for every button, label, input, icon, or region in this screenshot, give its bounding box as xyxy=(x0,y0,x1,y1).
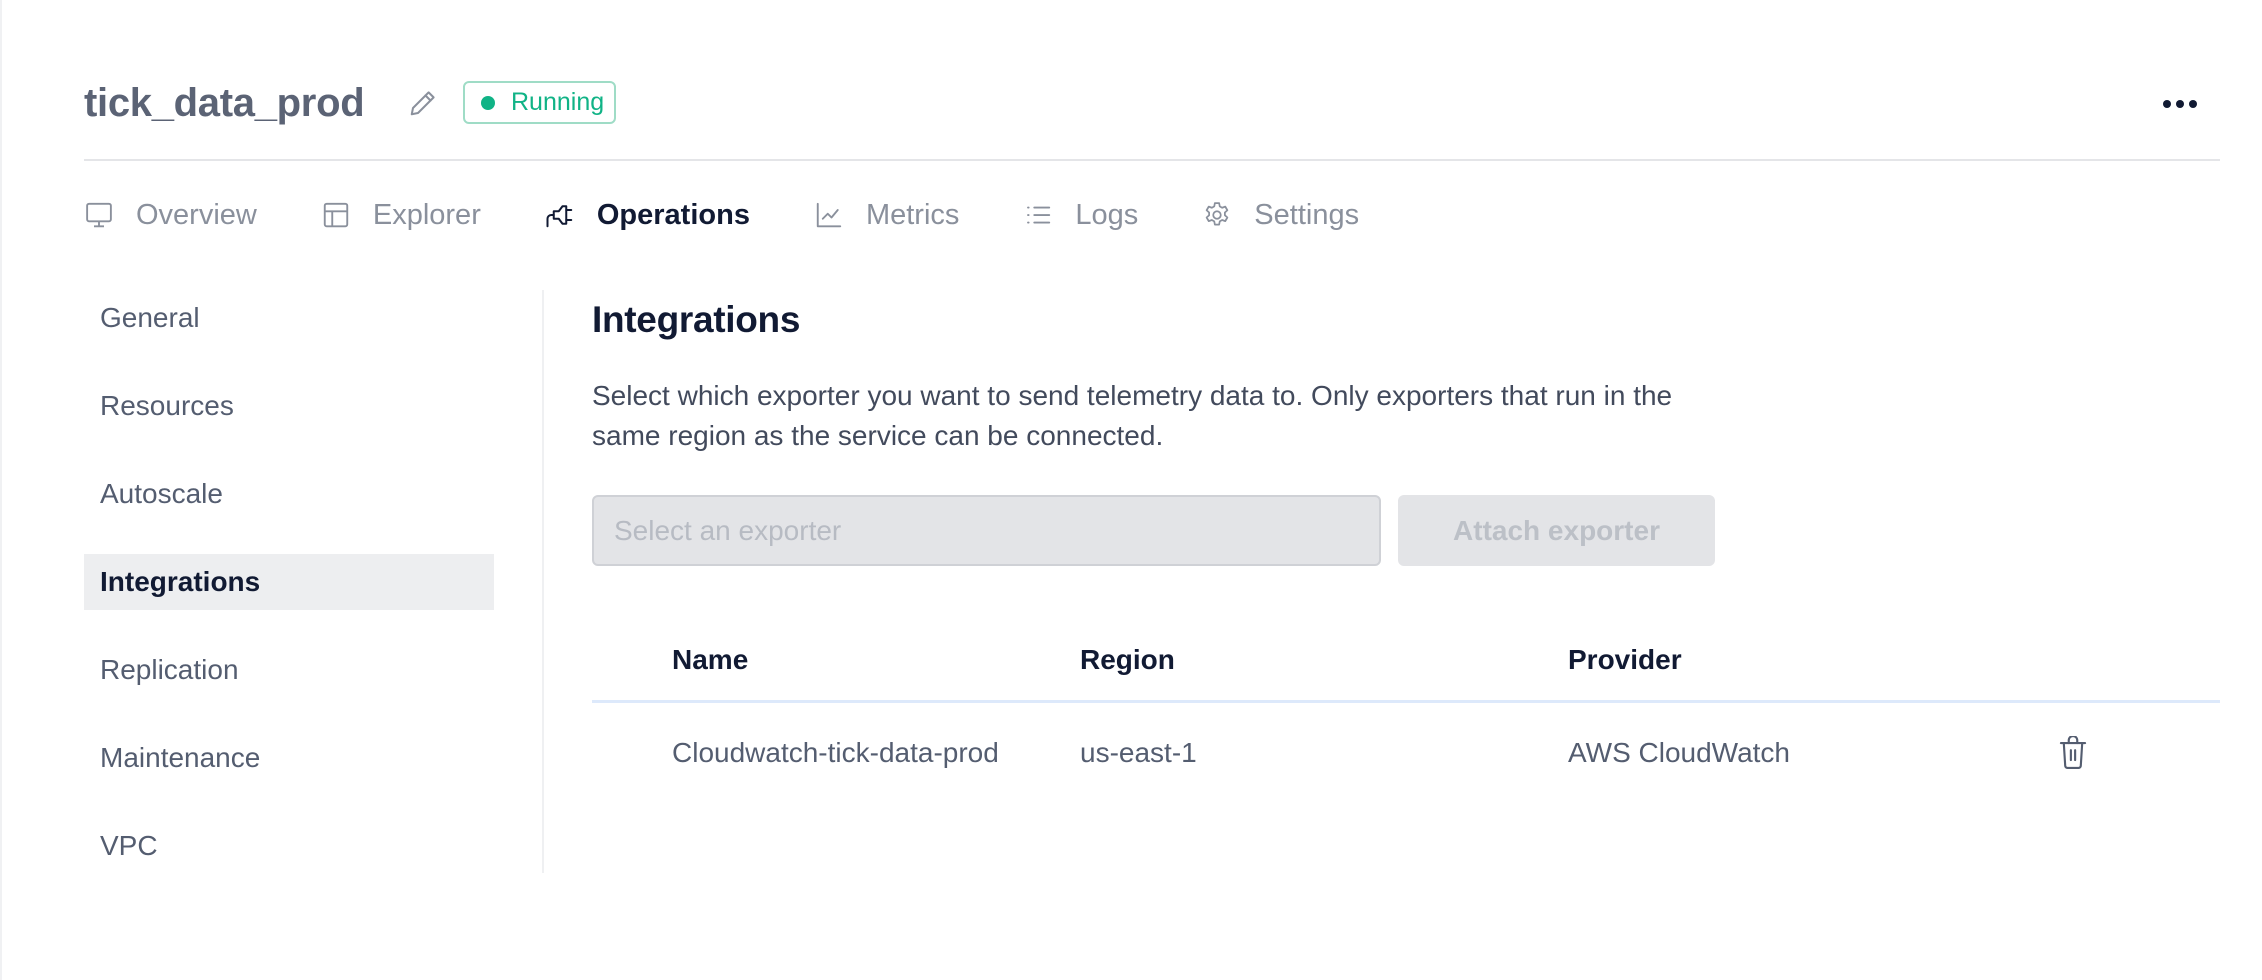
status-text: Running xyxy=(511,88,605,116)
cell-region: us-east-1 xyxy=(1080,737,1197,768)
list-icon xyxy=(1027,206,1051,224)
line-chart-icon xyxy=(816,202,842,228)
cell-actions xyxy=(2048,735,2220,771)
sidebar-item-maintenance[interactable]: Maintenance xyxy=(84,730,494,786)
sidebar-item-autoscale[interactable]: Autoscale xyxy=(84,466,494,522)
tab-logs[interactable]: Logs xyxy=(1023,190,1138,240)
layout-icon xyxy=(323,202,349,228)
tab-label: Settings xyxy=(1254,198,1360,231)
more-dot xyxy=(2189,100,2197,108)
tab-settings[interactable]: Settings xyxy=(1202,190,1359,240)
section-description: Select which exporter you want to send t… xyxy=(592,380,1673,451)
tab-label: Overview xyxy=(136,198,257,231)
more-dot xyxy=(2176,100,2184,108)
header-divider xyxy=(84,159,2220,161)
sidebar-divider xyxy=(542,290,544,873)
column-header-provider[interactable]: Provider xyxy=(1568,644,2048,676)
more-options-button[interactable] xyxy=(2160,90,2200,118)
column-header-name[interactable]: Name xyxy=(592,644,1080,676)
tab-explorer[interactable]: Explorer xyxy=(321,190,481,240)
pencil-icon xyxy=(410,91,435,116)
column-header-region[interactable]: Region xyxy=(1080,644,1568,676)
delete-integration-button[interactable] xyxy=(2056,735,2090,771)
tab-label: Explorer xyxy=(372,198,481,231)
tab-overview[interactable]: Overview xyxy=(84,190,257,240)
settings-sidebar: General Resources Autoscale Integrations… xyxy=(84,290,494,906)
exporter-select[interactable]: Select an exporter xyxy=(592,495,1381,566)
table-row: Cloudwatch-tick-data-prod us-east-1 AWS … xyxy=(592,703,2220,803)
sidebar-item-general[interactable]: General xyxy=(84,290,494,346)
section-title: Integrations xyxy=(592,299,801,340)
status-badge: Running xyxy=(463,81,616,124)
trash-icon xyxy=(2059,736,2087,769)
tab-label: Logs xyxy=(1075,198,1139,231)
service-title: tick_data_prod xyxy=(84,81,365,125)
tab-label: Metrics xyxy=(865,198,960,231)
tab-metrics[interactable]: Metrics xyxy=(814,190,959,240)
tab-operations[interactable]: Operations xyxy=(545,190,750,240)
service-page: tick_data_prod Running Overview Explorer xyxy=(0,0,2262,980)
tab-label: Operations xyxy=(596,198,750,231)
plug-icon xyxy=(546,205,573,228)
cell-provider: AWS CloudWatch xyxy=(1568,737,1790,768)
exporter-select-placeholder: Select an exporter xyxy=(614,514,842,546)
edit-title-button[interactable] xyxy=(406,86,440,120)
attach-exporter-button[interactable]: Attach exporter xyxy=(1398,495,1715,566)
tab-bar: Overview Explorer Operations Metrics Log… xyxy=(84,190,1423,240)
integrations-table: Name Region Provider Cloudwatch-tick-dat… xyxy=(592,620,2220,803)
status-dot-icon xyxy=(481,95,495,110)
sidebar-item-integrations[interactable]: Integrations xyxy=(84,554,494,610)
cell-name: Cloudwatch-tick-data-prod xyxy=(672,737,999,768)
monitor-icon xyxy=(86,202,112,228)
gear-icon xyxy=(1206,202,1229,226)
sidebar-item-replication[interactable]: Replication xyxy=(84,642,494,698)
sidebar-item-resources[interactable]: Resources xyxy=(84,378,494,434)
integrations-panel: Integrations Select which exporter you w… xyxy=(592,290,2220,769)
exporter-controls: Select an exporter Attach exporter xyxy=(592,495,1715,566)
more-horizontal-icon xyxy=(2163,100,2171,108)
table-header: Name Region Provider xyxy=(592,620,2220,703)
sidebar-item-vpc[interactable]: VPC xyxy=(84,818,494,874)
